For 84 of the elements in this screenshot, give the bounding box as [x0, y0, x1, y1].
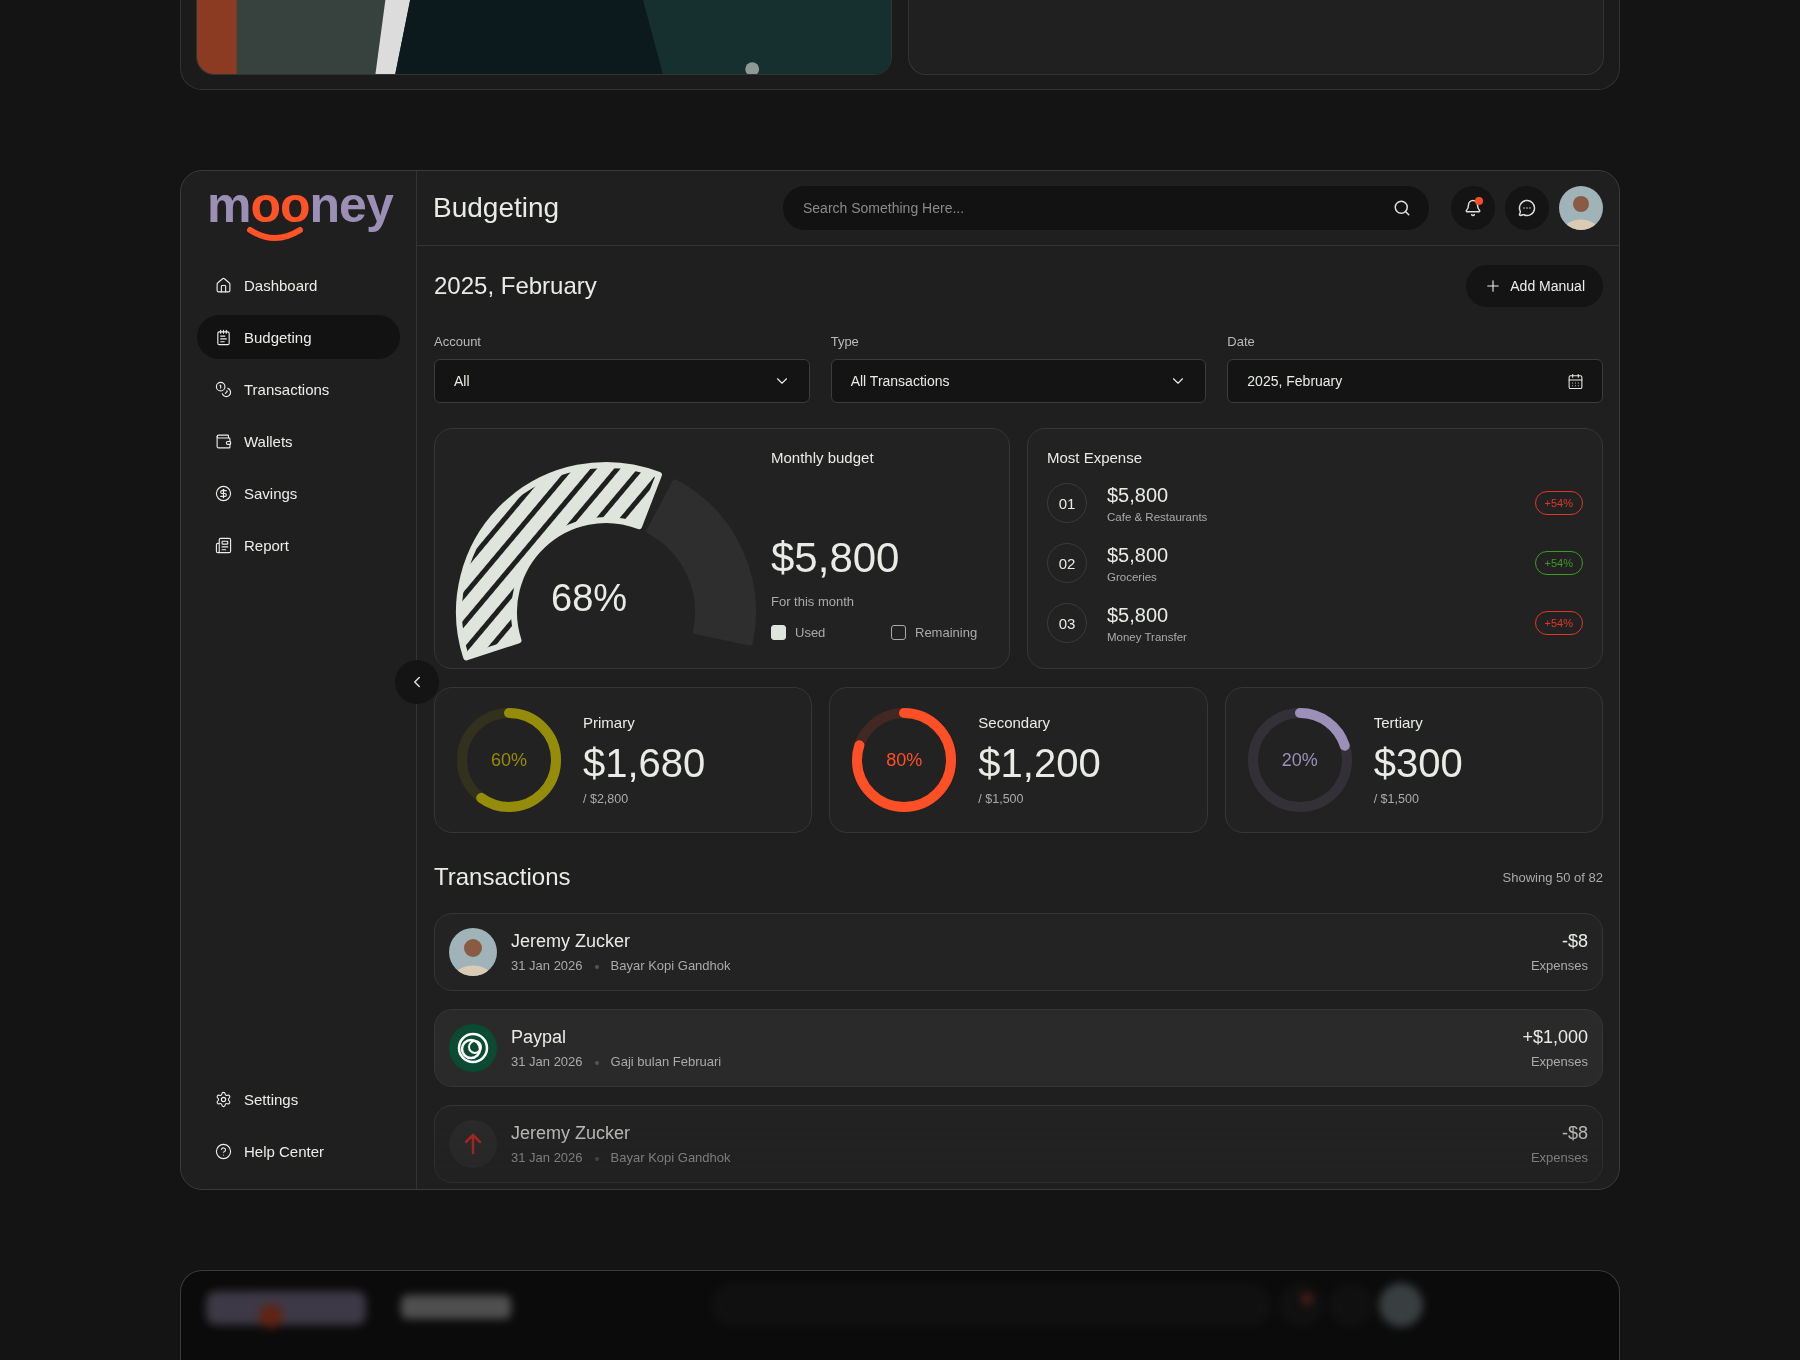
transaction-row[interactable]: Paypal 31 Jan 2026 Gaji bulan Februari +$1,000 Expenses	[434, 1009, 1603, 1087]
expense-amount: $5,800	[1107, 483, 1170, 507]
account-amount: $1,200	[978, 741, 1101, 786]
transaction-amount: -$8	[1562, 1123, 1588, 1144]
search-icon	[1393, 199, 1411, 217]
field-label: Account	[434, 334, 482, 349]
budget-amount: $5,800	[771, 534, 901, 582]
card-title: Most Expense	[1047, 449, 1144, 466]
account-limit: / $2,800	[583, 792, 630, 806]
nav-item[interactable]: Dashboard	[197, 263, 400, 307]
date-field[interactable]: 2025, February	[1227, 359, 1603, 403]
nav-item[interactable]: Help Center	[197, 1129, 400, 1174]
transaction-amount: +$1,000	[1522, 1027, 1588, 1048]
transaction-type: Expenses	[1530, 1054, 1588, 1069]
settings-icon	[215, 1090, 232, 1108]
expense-category: Money Transfer	[1107, 630, 1188, 643]
avatar	[449, 928, 497, 976]
transaction-row[interactable]: Jeremy Zucker 31 Jan 2026 Bayar Kopi Gandhok -$8 Expenses	[434, 913, 1603, 991]
expense-category: Cafe & Restaurants	[1107, 510, 1209, 523]
add-manual-button[interactable]: Add Manual	[1466, 265, 1603, 307]
field-label: Date	[1227, 334, 1256, 349]
transaction-date: 31 Jan 2026	[511, 1150, 583, 1165]
nav-item[interactable]: Settings	[197, 1077, 400, 1122]
arrow-up-icon	[449, 1120, 497, 1168]
transaction-name: Jeremy Zucker	[511, 931, 632, 952]
home-icon	[215, 276, 232, 294]
search-field[interactable]: Search Something Here...	[783, 186, 1429, 230]
notifications-button[interactable]	[1451, 186, 1495, 230]
legend-label: Used	[795, 625, 826, 640]
wallet-icon	[215, 432, 232, 450]
transaction-note: Gaji bulan Februari	[610, 1054, 722, 1069]
page-title: Budgeting	[433, 192, 561, 224]
transaction-type: Expenses	[1530, 1150, 1588, 1165]
ring-percent: 60%	[491, 749, 527, 771]
transaction-date: 31 Jan 2026	[511, 958, 583, 973]
help-icon	[215, 1142, 232, 1160]
section-title: Transactions	[434, 863, 571, 891]
field-label: Type	[830, 334, 860, 349]
nav-item[interactable]: Budgeting	[197, 315, 400, 359]
transaction-name: Paypal	[511, 1027, 568, 1048]
budget-caption: For this month	[771, 594, 856, 609]
dropdown[interactable]: All Transactions	[830, 359, 1207, 403]
expense-category: Groceries	[1107, 570, 1158, 583]
card-title: Monthly budget	[771, 449, 875, 466]
nav-item[interactable]: Report	[197, 523, 400, 567]
account-amount: $1,680	[583, 741, 706, 786]
transaction-row[interactable]: Jeremy Zucker 31 Jan 2026 Bayar Kopi Gandhok -$8 Expenses	[434, 1105, 1603, 1183]
transaction-amount: -$8	[1562, 931, 1588, 952]
legend-label: Remaining	[915, 625, 978, 640]
calendar-icon	[1567, 372, 1584, 390]
account-limit: / $1,500	[978, 792, 1025, 806]
gauge-percent: 68%	[551, 577, 628, 620]
ring-percent: 80%	[886, 749, 923, 771]
account-name: Primary	[583, 714, 636, 731]
ring-percent: 20%	[1281, 749, 1318, 771]
messages-button[interactable]	[1505, 186, 1549, 230]
transaction-note: Bayar Kopi Gandhok	[610, 1150, 731, 1165]
nav-item[interactable]: Transactions	[197, 367, 400, 411]
rings-logo-icon	[449, 1024, 497, 1072]
expense-amount: $5,800	[1107, 603, 1170, 627]
nav-item[interactable]: Savings	[197, 471, 400, 515]
result-count: Showing 50 of 82	[1502, 869, 1603, 885]
profile-avatar[interactable]	[1559, 186, 1603, 230]
dollar-coin-icon	[215, 484, 232, 502]
dropdown[interactable]: All	[434, 359, 810, 403]
period-title: 2025, February	[434, 272, 597, 300]
account-limit: / $1,500	[1373, 792, 1420, 806]
expense-amount: $5,800	[1107, 543, 1170, 567]
bell-icon	[1464, 199, 1482, 217]
transaction-name: Jeremy Zucker	[511, 1123, 632, 1144]
account-name: Secondary	[978, 714, 1052, 731]
newspaper-icon	[215, 536, 232, 554]
legend-swatch	[771, 625, 786, 640]
logo: mooney	[207, 179, 393, 238]
transaction-date: 31 Jan 2026	[511, 1054, 583, 1069]
transaction-type: Expenses	[1530, 958, 1588, 973]
coins-icon	[215, 380, 232, 398]
account-amount: $300	[1373, 741, 1463, 786]
notepad-icon	[215, 328, 232, 346]
legend-swatch	[891, 625, 906, 640]
account-name: Tertiary	[1373, 714, 1424, 731]
chat-icon	[1518, 199, 1536, 217]
transaction-note: Bayar Kopi Gandhok	[610, 958, 731, 973]
nav-item[interactable]: Wallets	[197, 419, 400, 463]
